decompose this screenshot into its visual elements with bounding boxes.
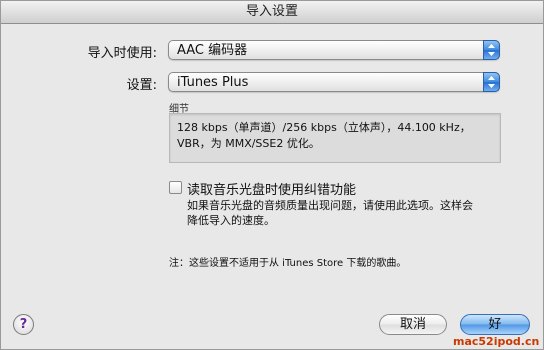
import-using-label: 导入时使用: xyxy=(87,46,157,61)
error-correction-checkbox[interactable] xyxy=(169,181,182,194)
popup-arrows-icon xyxy=(483,40,500,60)
cancel-button[interactable]: 取消 xyxy=(379,314,447,335)
error-correction-help: 如果音乐光盘的音频质量出现问题，请使用此选项。这样会降低导入的速度。 xyxy=(187,199,473,227)
ok-button[interactable]: 好 xyxy=(460,314,530,335)
error-correction-label[interactable]: 读取音乐光盘时使用纠错功能 xyxy=(187,179,356,198)
setting-value: iTunes Plus xyxy=(177,75,249,90)
dialog-title: 导入设置 xyxy=(1,1,543,24)
setting-label: 设置: xyxy=(126,78,157,93)
setting-popup[interactable]: iTunes Plus xyxy=(168,72,500,92)
import-using-value: AAC 编码器 xyxy=(177,43,248,58)
popup-arrows-icon xyxy=(483,72,500,92)
import-settings-dialog: 导入设置 导入时使用: AAC 编码器 设置: iTunes Plus 细节 1… xyxy=(0,0,544,350)
help-icon[interactable]: ? xyxy=(13,314,34,335)
settings-note: 注：这些设置不适用于从 iTunes Store 下载的歌曲。 xyxy=(169,258,407,269)
watermark: mac52ipod.cn xyxy=(453,335,540,348)
import-using-popup[interactable]: AAC 编码器 xyxy=(168,40,500,60)
details-text: 128 kbps（单声道）/256 kbps（立体声），44.100 kHz，V… xyxy=(169,113,501,163)
